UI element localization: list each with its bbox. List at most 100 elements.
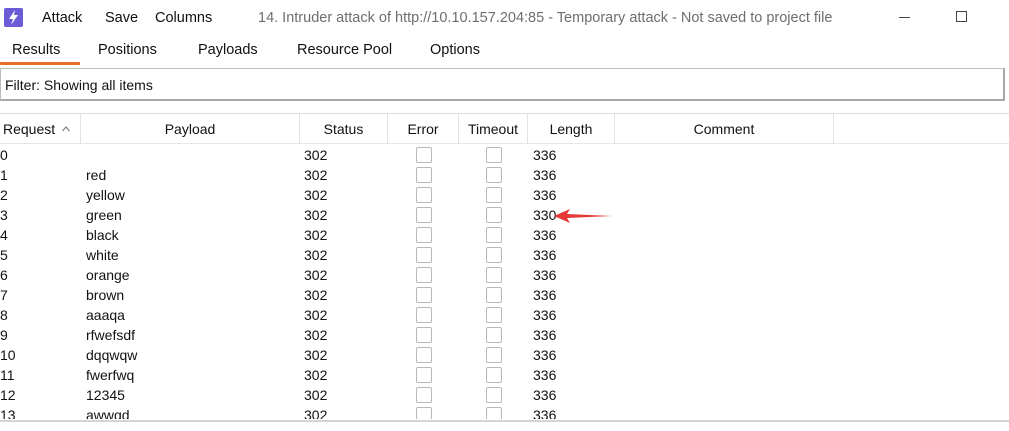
cell-payload: awwqd [86,407,130,419]
cell-status: 302 [304,307,328,323]
cell-length: 336 [533,327,557,343]
table-row[interactable]: 13 awwqd 302 336 [0,405,1009,419]
column-header-length[interactable]: Length [528,114,615,144]
error-checkbox[interactable] [416,407,432,419]
cell-payload: 12345 [86,387,125,403]
cell-status: 302 [304,347,328,363]
error-checkbox[interactable] [416,207,432,223]
cell-request: 6 [0,267,8,283]
cell-length: 336 [533,347,557,363]
timeout-checkbox[interactable] [486,147,502,163]
error-checkbox[interactable] [416,287,432,303]
bottom-divider [0,420,1009,422]
error-checkbox[interactable] [416,387,432,403]
filter-bar[interactable]: Filter: Showing all items [0,68,1005,101]
table-row[interactable]: 3 green 302 330 [0,205,1009,225]
timeout-checkbox[interactable] [486,167,502,183]
timeout-checkbox[interactable] [486,347,502,363]
table-row[interactable]: 12 12345 302 336 [0,385,1009,405]
menu-save[interactable]: Save [105,10,138,26]
table-row[interactable]: 11 fwerfwq 302 336 [0,365,1009,385]
table-row[interactable]: 1 red 302 336 [0,165,1009,185]
results-table: Request Payload Status Error Timeout Len… [0,113,1009,419]
table-row[interactable]: 0 302 336 [0,145,1009,165]
cell-length: 336 [533,147,557,163]
error-checkbox[interactable] [416,247,432,263]
cell-status: 302 [304,227,328,243]
column-header-payload[interactable]: Payload [81,114,300,144]
cell-status: 302 [304,367,328,383]
table-row[interactable]: 9 rfwefsdf 302 336 [0,325,1009,345]
column-header-timeout[interactable]: Timeout [459,114,528,144]
table-row[interactable]: 6 orange 302 336 [0,265,1009,285]
timeout-checkbox[interactable] [486,227,502,243]
minimize-button[interactable] [893,6,917,28]
tab-options[interactable]: Options [430,42,480,58]
timeout-checkbox[interactable] [486,207,502,223]
cell-length: 336 [533,247,557,263]
cell-length: 336 [533,167,557,183]
timeout-checkbox[interactable] [486,367,502,383]
table-row[interactable]: 5 white 302 336 [0,245,1009,265]
cell-request: 9 [0,327,8,343]
error-checkbox[interactable] [416,307,432,323]
table-row[interactable]: 2 yellow 302 336 [0,185,1009,205]
column-header-comment[interactable]: Comment [615,114,834,144]
cell-payload: black [86,227,119,243]
tab-results[interactable]: Results [12,42,60,58]
tab-positions[interactable]: Positions [98,42,157,58]
cell-request: 1 [0,167,8,183]
tab-resource-pool[interactable]: Resource Pool [297,42,392,58]
tab-bar: Results Positions Payloads Resource Pool… [0,36,1009,66]
cell-request: 7 [0,287,8,303]
maximize-button[interactable] [950,6,974,28]
timeout-checkbox[interactable] [486,267,502,283]
cell-length: 336 [533,187,557,203]
error-checkbox[interactable] [416,187,432,203]
cell-status: 302 [304,167,328,183]
error-checkbox[interactable] [416,327,432,343]
column-header-request[interactable]: Request [0,114,81,144]
error-checkbox[interactable] [416,267,432,283]
tab-payloads[interactable]: Payloads [198,42,258,58]
error-checkbox[interactable] [416,147,432,163]
timeout-checkbox[interactable] [486,187,502,203]
cell-length: 336 [533,387,557,403]
menu-attack[interactable]: Attack [42,10,82,26]
column-header-status[interactable]: Status [300,114,388,144]
table-row[interactable]: 4 black 302 336 [0,225,1009,245]
timeout-checkbox[interactable] [486,387,502,403]
error-checkbox[interactable] [416,227,432,243]
cell-payload: aaaqa [86,307,125,323]
cell-request: 4 [0,227,8,243]
menu-columns[interactable]: Columns [155,10,212,26]
cell-status: 302 [304,187,328,203]
timeout-checkbox[interactable] [486,247,502,263]
timeout-checkbox[interactable] [486,307,502,323]
column-label-request: Request [3,121,56,137]
column-header-error[interactable]: Error [388,114,459,144]
cell-request: 0 [0,147,8,163]
error-checkbox[interactable] [416,167,432,183]
cell-payload: white [86,247,119,263]
cell-status: 302 [304,247,328,263]
cell-length: 336 [533,367,557,383]
timeout-checkbox[interactable] [486,287,502,303]
table-row[interactable]: 7 brown 302 336 [0,285,1009,305]
error-checkbox[interactable] [416,347,432,363]
cell-length: 336 [533,287,557,303]
window-title: 14. Intruder attack of http://10.10.157.… [258,10,833,26]
cell-payload: rfwefsdf [86,327,136,343]
table-row[interactable]: 10 dqqwqw 302 336 [0,345,1009,365]
timeout-checkbox[interactable] [486,407,502,419]
cell-payload: fwerfwq [86,367,135,383]
cell-length: 336 [533,407,557,419]
table-row[interactable]: 8 aaaqa 302 336 [0,305,1009,325]
cell-request: 2 [0,187,8,203]
timeout-checkbox[interactable] [486,327,502,343]
filter-label: Filter: Showing all items [5,77,153,93]
active-tab-indicator [0,62,80,65]
error-checkbox[interactable] [416,367,432,383]
cell-request: 13 [0,407,16,419]
sort-ascending-icon [62,126,70,132]
